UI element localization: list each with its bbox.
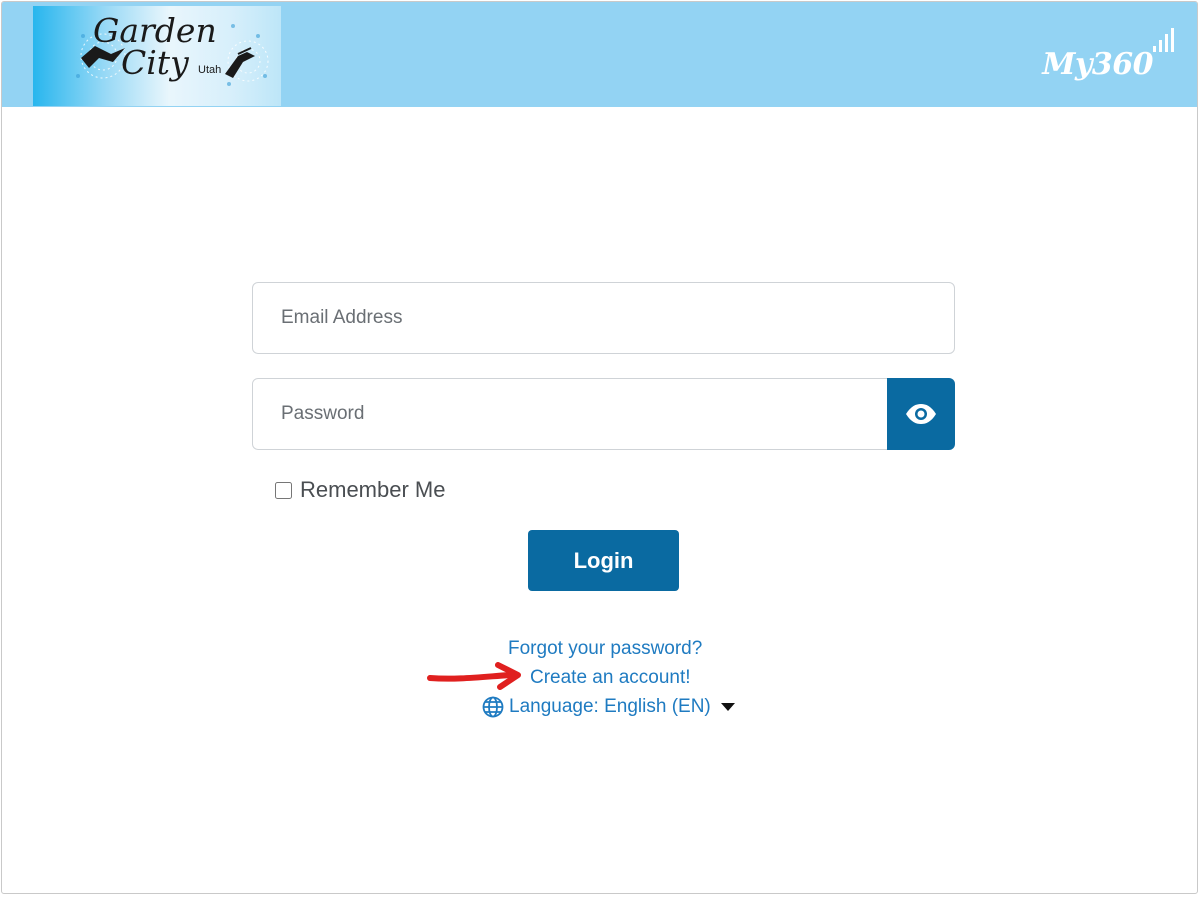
login-button[interactable]: Login [528, 530, 679, 591]
password-field[interactable] [252, 378, 889, 450]
annotation-arrow-icon [427, 662, 521, 690]
garden-city-logo[interactable]: Garden City Utah [33, 6, 281, 106]
logo-title-line2: City [121, 43, 189, 82]
remember-me-row: Remember Me [275, 477, 445, 503]
eye-icon [906, 404, 936, 424]
header-bar: Garden City Utah My360 [2, 2, 1197, 107]
globe-icon [482, 696, 504, 718]
logo-subtitle: Utah [198, 64, 222, 76]
email-field[interactable] [252, 282, 955, 354]
remember-me-checkbox[interactable] [275, 481, 292, 499]
language-selector[interactable]: Language: English (EN) [482, 696, 735, 718]
remember-me-label[interactable]: Remember Me [300, 477, 445, 503]
create-account-link[interactable]: Create an account! [530, 667, 691, 689]
forgot-password-link[interactable]: Forgot your password? [508, 638, 702, 660]
brand-signal-icon [1153, 28, 1174, 52]
chevron-down-icon[interactable] [720, 703, 735, 711]
my360-brand: My360 [1042, 47, 1153, 82]
show-password-button[interactable] [887, 378, 955, 450]
language-label[interactable]: Language: English (EN) [509, 696, 711, 718]
login-page: Garden City Utah My360 Remember Me Login… [1, 1, 1198, 894]
